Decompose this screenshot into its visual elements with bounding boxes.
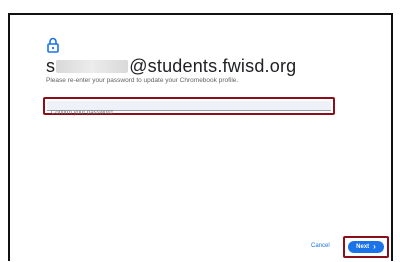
password-highlight-box xyxy=(43,97,335,118)
cancel-button[interactable]: Cancel xyxy=(311,243,330,249)
instruction-text: Please re-enter your password to update … xyxy=(46,77,239,84)
email-prefix: s xyxy=(46,56,56,76)
next-label: Next xyxy=(356,244,370,250)
next-button[interactable]: Next › xyxy=(348,241,384,253)
redacted-username xyxy=(56,60,129,73)
email-domain: @students.fwisd.org xyxy=(129,56,297,76)
lock-icon xyxy=(46,37,60,53)
confirm-password-input[interactable] xyxy=(47,108,331,118)
chromebook-dialog xyxy=(8,13,393,261)
account-email: s @students.fwisd.org xyxy=(46,56,296,77)
chevron-right-icon: › xyxy=(373,242,376,251)
next-highlight-box: Next › xyxy=(343,236,389,258)
password-field-container xyxy=(47,101,331,118)
